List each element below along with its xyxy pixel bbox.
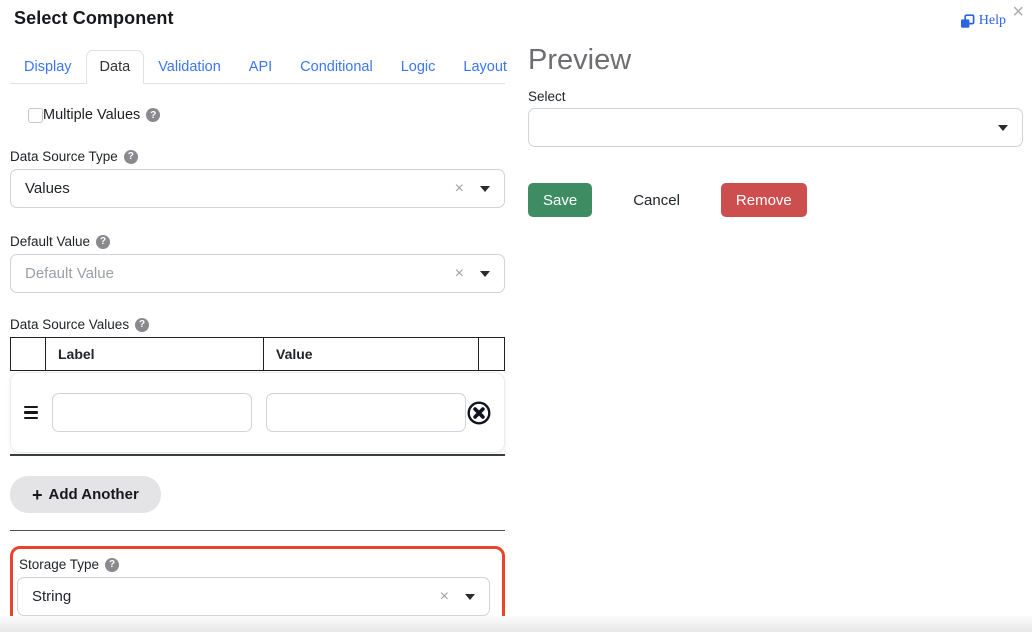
grid-header-label-col: Label [45, 337, 263, 371]
chevron-down-icon[interactable] [998, 125, 1008, 131]
drag-handle-icon[interactable] [24, 406, 38, 420]
grid-header-actions-col [478, 337, 505, 371]
chevron-down-icon[interactable] [480, 271, 490, 277]
default-value-label: Default Value [10, 234, 90, 249]
section-divider [10, 530, 505, 531]
storage-type-label-row: Storage Type ? [19, 557, 490, 572]
tab-display[interactable]: Display [10, 50, 86, 84]
default-value-select[interactable]: Default Value × [10, 254, 505, 293]
data-source-values-grid: Label Value [10, 337, 505, 456]
tab-validation[interactable]: Validation [144, 50, 235, 84]
preview-heading: Preview [528, 44, 1023, 77]
component-settings-panel: Display Data Validation API Conditional … [10, 0, 505, 629]
storage-type-select[interactable]: String × [17, 577, 490, 616]
chevron-down-icon[interactable] [480, 186, 490, 192]
default-value-label-row: Default Value ? [10, 234, 505, 249]
preview-select[interactable] [528, 108, 1023, 147]
storage-type-value: String [32, 588, 440, 605]
grid-header-drag-col [10, 337, 45, 371]
save-button[interactable]: Save [528, 183, 592, 217]
multiple-values-checkbox[interactable] [28, 108, 43, 123]
select-component-dialog: Select Component × Help Display Data Val… [0, 0, 1032, 632]
preview-select-label: Select [528, 89, 1023, 104]
tab-data[interactable]: Data [86, 50, 145, 84]
default-value-placeholder: Default Value [25, 265, 455, 282]
remove-button[interactable]: Remove [721, 183, 807, 217]
multiple-values-row: Multiple Values ? [28, 107, 505, 123]
multiple-values-label: Multiple Values [43, 107, 140, 123]
data-source-values-label: Data Source Values [10, 317, 129, 332]
data-source-type-help-icon[interactable]: ? [124, 150, 138, 164]
tab-api[interactable]: API [235, 50, 286, 84]
grid-header-value-col: Value [263, 337, 478, 371]
plus-icon: + [32, 486, 43, 504]
add-another-label: Add Another [49, 486, 139, 503]
data-source-values-label-row: Data Source Values ? [10, 317, 505, 332]
clear-icon[interactable]: × [455, 265, 464, 283]
add-another-button[interactable]: + Add Another [10, 476, 161, 513]
tab-logic[interactable]: Logic [387, 50, 450, 84]
default-value-help-icon[interactable]: ? [96, 235, 110, 249]
data-source-type-label-row: Data Source Type ? [10, 149, 505, 164]
row-value-input[interactable] [266, 393, 466, 432]
clear-icon[interactable]: × [440, 588, 449, 606]
preview-panel: Preview Select Save Cancel Remove [528, 0, 1023, 217]
storage-type-help-icon[interactable]: ? [105, 558, 119, 572]
data-source-type-label: Data Source Type [10, 149, 118, 164]
cancel-button[interactable]: Cancel [618, 183, 695, 217]
storage-type-label: Storage Type [19, 557, 99, 572]
tab-conditional[interactable]: Conditional [286, 50, 387, 84]
dialog-actions: Save Cancel Remove [528, 183, 1023, 217]
remove-row-icon[interactable] [466, 400, 492, 426]
data-source-values-help-icon[interactable]: ? [135, 318, 149, 332]
multiple-values-help-icon[interactable]: ? [146, 108, 160, 122]
data-source-type-select[interactable]: Values × [10, 169, 505, 208]
settings-tabs: Display Data Validation API Conditional … [10, 50, 505, 84]
row-label-input[interactable] [52, 393, 252, 432]
clear-icon[interactable]: × [455, 180, 464, 198]
dialog-bottom-edge [0, 616, 1032, 632]
data-source-type-value: Values [25, 180, 455, 197]
grid-header-row: Label Value [10, 337, 505, 371]
tab-layout[interactable]: Layout [449, 50, 521, 84]
grid-row [10, 372, 505, 453]
chevron-down-icon[interactable] [465, 594, 475, 600]
